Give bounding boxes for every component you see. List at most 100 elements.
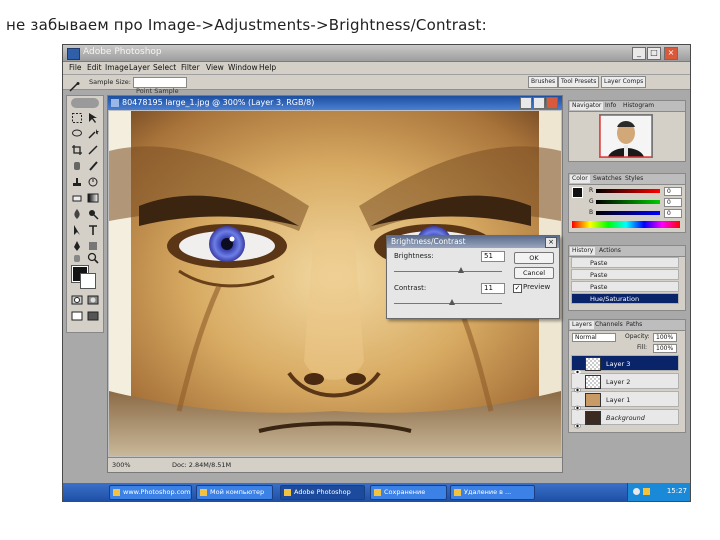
clone-stamp-tool-icon[interactable] — [71, 176, 83, 188]
magic-wand-tool-icon[interactable] — [87, 128, 99, 140]
channel-b-slider[interactable] — [596, 211, 660, 215]
visibility-eye-icon[interactable] — [573, 378, 582, 393]
menu-select[interactable]: Select — [153, 63, 176, 72]
contrast-input[interactable]: 11 — [481, 283, 505, 294]
tab-paths[interactable]: Paths — [624, 321, 644, 329]
menu-layer[interactable]: Layer — [129, 63, 150, 72]
preview-checkbox[interactable]: ✓ — [513, 284, 522, 293]
crop-tool-icon[interactable] — [71, 144, 83, 156]
maximize-button[interactable]: □ — [647, 47, 661, 60]
history-item[interactable]: Paste — [571, 269, 679, 280]
visibility-eye-icon[interactable] — [573, 414, 582, 429]
tray-volume-icon[interactable] — [643, 488, 650, 495]
visibility-eye-icon[interactable] — [574, 360, 581, 374]
brightness-slider-track[interactable] — [394, 271, 502, 272]
blend-mode-select[interactable]: Normal — [572, 333, 616, 342]
brush-tool-icon[interactable] — [87, 160, 99, 172]
tab-navigator[interactable]: Navigator — [570, 102, 604, 110]
ok-button[interactable]: OK — [514, 252, 554, 264]
doc-minimize-button[interactable] — [520, 97, 532, 109]
menu-edit[interactable]: Edit — [87, 63, 102, 72]
color-foreground-swatch[interactable] — [572, 187, 583, 198]
quick-mask-mode-icon[interactable] — [87, 294, 99, 306]
layer-thumbnail — [585, 375, 601, 389]
fill-input[interactable]: 100% — [653, 344, 677, 353]
history-item-selected[interactable]: Hue/Saturation — [571, 293, 679, 304]
feather-logo-icon — [71, 98, 99, 108]
brightness-slider-thumb[interactable] — [457, 267, 464, 273]
menu-file[interactable]: File — [69, 63, 82, 72]
lasso-tool-icon[interactable] — [71, 128, 83, 140]
dodge-tool-icon[interactable] — [87, 208, 99, 220]
color-ramp[interactable] — [572, 221, 680, 228]
tray-network-icon[interactable] — [633, 488, 640, 495]
tab-color[interactable]: Color — [570, 175, 590, 183]
taskbar-item-active[interactable]: Adobe Photoshop — [280, 485, 365, 500]
move-tool-icon[interactable] — [87, 112, 99, 124]
doc-close-button[interactable] — [546, 97, 558, 109]
shape-tool-icon[interactable] — [87, 240, 99, 252]
tab-channels[interactable]: Channels — [593, 321, 625, 329]
minimize-button[interactable]: _ — [632, 47, 646, 60]
tab-layers[interactable]: Layers — [570, 321, 594, 329]
menu-view[interactable]: View — [206, 63, 224, 72]
navigator-thumbnail[interactable] — [599, 114, 653, 158]
dialog-titlebar[interactable]: Brightness/Contrast × — [387, 236, 559, 248]
blur-tool-icon[interactable] — [71, 208, 83, 220]
contrast-slider-thumb[interactable] — [449, 299, 456, 305]
eraser-tool-icon[interactable] — [71, 192, 83, 204]
well-tool-presets[interactable]: Tool Presets — [558, 76, 600, 88]
color-tabs: Color Swatches Styles — [569, 174, 685, 185]
screen-mode-icon[interactable] — [71, 310, 83, 322]
sample-size-select[interactable]: Point Sample — [133, 77, 187, 95]
close-button[interactable]: × — [664, 47, 678, 60]
history-brush-tool-icon[interactable] — [87, 176, 99, 188]
channel-r-slider[interactable] — [596, 189, 660, 193]
tab-swatches[interactable]: Swatches — [591, 175, 624, 183]
channel-g-value[interactable]: 0 — [664, 198, 682, 207]
marquee-tool-icon[interactable] — [71, 112, 83, 124]
taskbar-item[interactable]: Удаление в ... — [450, 485, 535, 500]
zoom-tool-icon[interactable] — [87, 252, 99, 264]
channel-r-value[interactable]: 0 — [664, 187, 682, 196]
app-titlebar[interactable]: Adobe Photoshop _ □ × — [63, 45, 690, 62]
taskbar-item[interactable]: www.Photoshop.com — [109, 485, 192, 500]
tab-history[interactable]: History — [570, 247, 596, 255]
taskbar-item[interactable]: Мой компьютер — [196, 485, 273, 500]
zoom-level[interactable]: 300% — [112, 461, 131, 469]
path-selection-tool-icon[interactable] — [71, 224, 83, 236]
menu-image[interactable]: Image — [105, 63, 129, 72]
history-item[interactable]: Paste — [571, 257, 679, 268]
opacity-input[interactable]: 100% — [653, 333, 677, 342]
tab-info[interactable]: Info — [603, 102, 618, 110]
doc-maximize-button[interactable] — [533, 97, 545, 109]
document-titlebar[interactable]: 80478195 large_1.jpg @ 300% (Layer 3, RG… — [108, 96, 562, 110]
visibility-eye-icon[interactable] — [573, 396, 582, 411]
well-brushes[interactable]: Brushes — [528, 76, 559, 88]
tab-styles[interactable]: Styles — [623, 175, 645, 183]
dialog-close-icon[interactable]: × — [545, 237, 557, 248]
eyedropper-icon[interactable] — [68, 77, 80, 92]
background-color-swatch[interactable] — [80, 273, 96, 289]
tab-histogram[interactable]: Histogram — [621, 102, 656, 110]
cancel-button[interactable]: Cancel — [514, 267, 554, 279]
menu-filter[interactable]: Filter — [181, 63, 200, 72]
quick-mask-icon[interactable] — [71, 294, 83, 306]
gradient-tool-icon[interactable] — [87, 192, 99, 204]
hand-tool-icon[interactable] — [71, 252, 83, 264]
contrast-slider-track[interactable] — [394, 303, 502, 304]
slice-tool-icon[interactable] — [87, 144, 99, 156]
pen-tool-icon[interactable] — [71, 240, 83, 252]
menu-help[interactable]: Help — [259, 63, 276, 72]
taskbar-item[interactable]: Сохранение (Вставка) — [370, 485, 447, 500]
channel-g-slider[interactable] — [596, 200, 660, 204]
well-layer-comps[interactable]: Layer Comps — [601, 76, 647, 88]
healing-brush-tool-icon[interactable] — [71, 160, 83, 172]
channel-b-value[interactable]: 0 — [664, 209, 682, 218]
full-screen-mode-icon[interactable] — [87, 310, 99, 322]
tab-actions[interactable]: Actions — [597, 247, 623, 255]
type-tool-icon[interactable] — [87, 224, 99, 236]
menu-window[interactable]: Window — [228, 63, 258, 72]
brightness-input[interactable]: 51 — [481, 251, 505, 262]
history-item[interactable]: Paste — [571, 281, 679, 292]
